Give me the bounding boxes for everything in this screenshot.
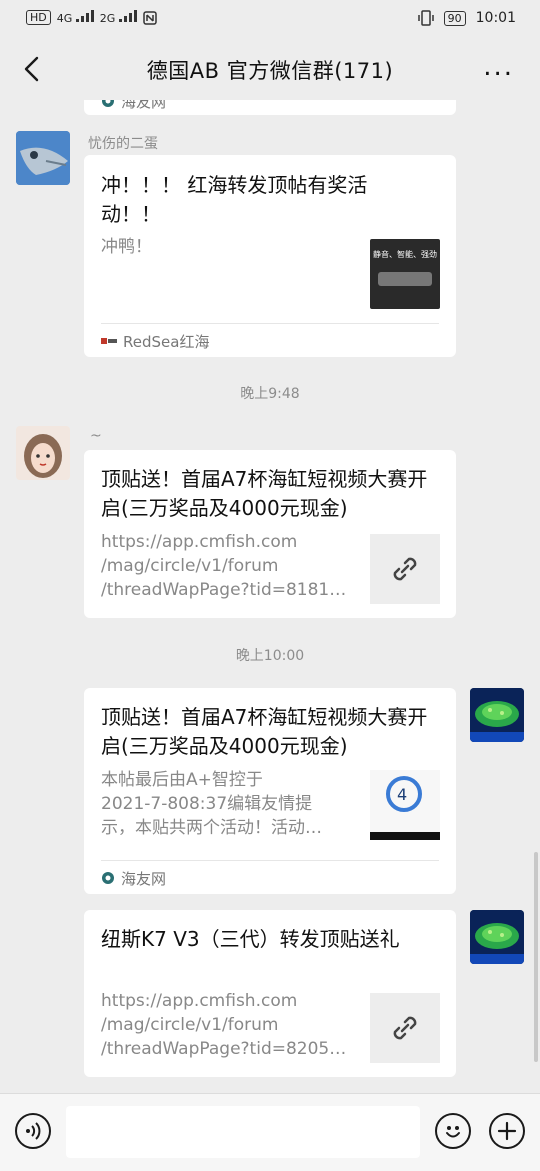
message-card-partial[interactable]: 海友网: [84, 100, 456, 115]
emoji-icon: [446, 1126, 460, 1138]
link-icon: [393, 1016, 417, 1040]
message-card[interactable]: 冲！！！ 红海转发顶帖有奖活动！！ 冲鸭！ 静音、智能、强劲 RedSea红海: [84, 155, 456, 357]
status-left: HD 4G 2G: [26, 10, 157, 25]
link-thumbnail: [370, 534, 440, 604]
scrollbar[interactable]: [534, 852, 538, 1062]
sender-name: ~: [90, 428, 102, 444]
card-title: 顶贴送！首届A7杯海缸短视频大赛开启(三万奖品及4000元现金): [101, 705, 428, 758]
card-title: 顶贴送！首届A7杯海缸短视频大赛开启(三万奖品及4000元现金): [101, 467, 428, 520]
emoji-button[interactable]: [435, 1113, 471, 1149]
plus-icon: [497, 1121, 517, 1141]
message-card[interactable]: 纽斯K7 V3（三代）转发顶贴送礼 https://app.cmfish.com…: [84, 910, 456, 1077]
status-right: 90 10:01: [417, 10, 516, 26]
girl-avatar-icon: [16, 426, 70, 480]
avatar[interactable]: [16, 426, 70, 480]
card-description-line: 本帖最后由A+智控于: [101, 770, 263, 790]
status-bar: HD 4G 2G 90 10:01: [0, 0, 540, 38]
card-footer: 海友网: [101, 100, 439, 112]
card-description-line: /mag/circle/v1/forum: [101, 1015, 279, 1035]
haiyou-logo-icon: [102, 100, 114, 107]
thumbnail-device: [378, 272, 432, 286]
signal-bars-icon: [75, 10, 94, 22]
card-footer: RedSea红海: [101, 323, 439, 358]
signal-4g-icon: 4G: [57, 10, 94, 25]
card-description-line: https://app.cmfish.com: [101, 532, 298, 552]
card-description-line: 2021-7-808:37编辑友情提: [101, 794, 313, 814]
card-description-line: 示，本贴共两个活动！活动…: [101, 818, 322, 838]
signal-bars-2-icon: [118, 10, 137, 22]
haiyou-logo-icon: [102, 872, 114, 884]
signal-2g-label: 2G: [99, 12, 116, 25]
timestamp: 晚上9:48: [240, 386, 300, 402]
fish-avatar-icon: [16, 131, 70, 185]
message-card[interactable]: 顶贴送！首届A7杯海缸短视频大赛开启(三万奖品及4000元现金) 本帖最后由A+…: [84, 688, 456, 894]
vibrate-icon: [417, 10, 434, 26]
card-thumbnail: 静音、智能、强劲: [370, 239, 440, 309]
coral-avatar-icon: [470, 688, 524, 742]
card-footer: 海友网: [101, 860, 439, 895]
clock: 10:01: [475, 10, 516, 26]
message-input[interactable]: [66, 1106, 420, 1158]
sender-name: 忧伤的二蛋: [88, 136, 158, 152]
input-bar: [0, 1093, 540, 1171]
timestamp: 晚上10:00: [235, 648, 305, 664]
signal-4g-label: 4G: [56, 12, 73, 25]
battery-indicator: 90: [443, 10, 466, 26]
card-description: 冲鸭！: [101, 237, 152, 257]
card-description-line: /threadWapPage?tid=8205…: [101, 1039, 347, 1059]
card-source: 海友网: [121, 100, 167, 111]
link-icon: [393, 557, 417, 581]
avatar-self[interactable]: [470, 910, 524, 964]
card-description-line: /mag/circle/v1/forum: [101, 556, 279, 576]
voice-button[interactable]: [15, 1113, 51, 1149]
card-description-line: https://app.cmfish.com: [101, 991, 298, 1011]
link-thumbnail: [370, 993, 440, 1063]
card-source: RedSea红海: [123, 332, 210, 351]
voice-icon: [26, 1122, 41, 1140]
avatar[interactable]: [16, 131, 70, 185]
card-description-line: /threadWapPage?tid=8181…: [101, 580, 347, 600]
message-card[interactable]: 顶贴送！首届A7杯海缸短视频大赛开启(三万奖品及4000元现金) https:/…: [84, 450, 456, 618]
a-plus-logo-icon: 4: [370, 770, 440, 840]
svg-text:4: 4: [397, 785, 407, 804]
chat-area[interactable]: 海友网 忧伤的二蛋 冲！！！ 红海转发顶帖有奖活动！！ 冲鸭！ 静音、智能、强劲…: [0, 100, 540, 1093]
back-arrow-icon[interactable]: [18, 54, 48, 84]
nav-bar: 德国AB 官方微信群(171) ...: [0, 40, 540, 100]
nfc-icon: [143, 10, 157, 25]
card-thumbnail: 4: [370, 770, 440, 840]
card-source: 海友网: [121, 869, 167, 888]
card-title: 纽斯K7 V3（三代）转发顶贴送礼: [101, 927, 400, 951]
plus-button[interactable]: [489, 1113, 525, 1149]
signal-2g-icon: 2G: [100, 10, 137, 25]
avatar-self[interactable]: [470, 688, 524, 742]
chat-title: 德国AB 官方微信群(171): [146, 59, 394, 83]
coral-avatar-icon: [470, 910, 524, 964]
thumbnail-caption: 静音、智能、强劲: [373, 250, 437, 259]
redsea-logo-icon: [101, 338, 117, 344]
more-options-button[interactable]: ...: [483, 52, 514, 82]
card-title: 冲！！！ 红海转发顶帖有奖活动！！: [101, 173, 368, 226]
hd-badge: HD: [26, 10, 51, 25]
